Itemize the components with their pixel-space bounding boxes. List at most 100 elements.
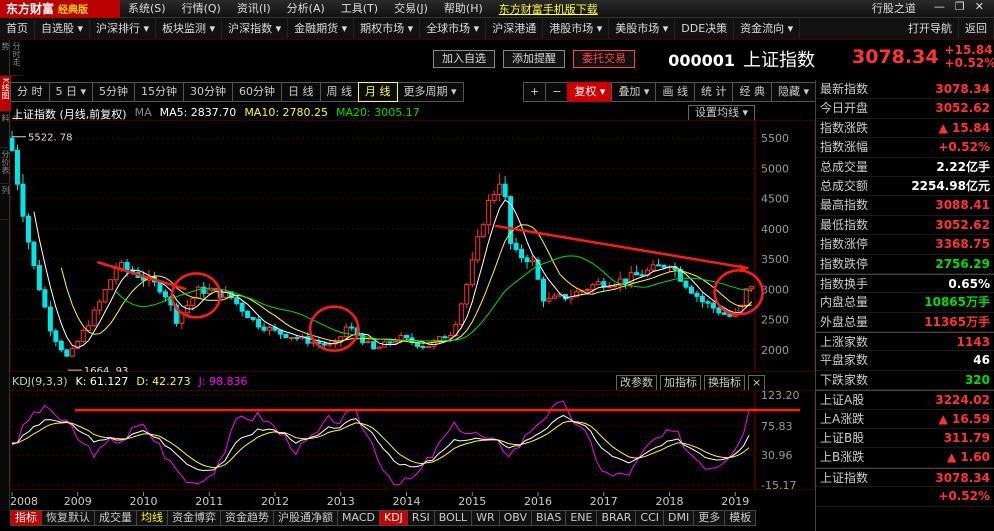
nav-stock-connect[interactable]: 沪深港通 [486, 18, 544, 39]
period-30min[interactable]: 30分钟 [183, 82, 234, 102]
indicator-tab[interactable]: OBV [498, 510, 533, 526]
nav-dde[interactable]: DDE决策 [675, 18, 735, 39]
indicator-tab[interactable]: 资金趋势 [220, 510, 274, 526]
stats-button[interactable]: 统 计 [693, 82, 734, 102]
nav-futures[interactable]: 金融期货 ▾ [288, 18, 355, 39]
indicator-tab[interactable]: 成交量 [94, 510, 137, 526]
year-label: 2010 [130, 495, 158, 508]
open-navigation-button[interactable]: 打开导航 [902, 18, 959, 39]
zoom-out-button[interactable]: − [545, 82, 569, 102]
menu-quotes[interactable]: 行情(Q) [174, 0, 229, 18]
add-indicator-button[interactable]: 加指标 [660, 375, 701, 391]
mobile-download-link[interactable]: 东方财富手机版下载 [491, 1, 606, 17]
indicator-tab[interactable]: WR [471, 510, 500, 526]
indicator-tab[interactable]: 恢复默认 [41, 510, 95, 526]
period-5day[interactable]: 5 日 ▾ [48, 82, 94, 102]
menu-system[interactable]: 系统(S) [120, 0, 174, 18]
change-params-button[interactable]: 改参数 [616, 375, 657, 391]
indicator-tab[interactable]: 资金博弈 [167, 510, 221, 526]
classic-button[interactable]: 经 典 [732, 82, 772, 102]
price-chart[interactable]: 2000 2500 3000 3500 4000 4500 5000 5500 5522. 78… [10, 120, 815, 372]
period-more[interactable]: 更多周期 ▾ [396, 82, 464, 102]
menu-trade[interactable]: 交易(J) [386, 0, 436, 18]
indicator-tab[interactable]: BOLL [433, 510, 473, 526]
minimize-icon[interactable]: — [934, 0, 945, 18]
period-5min[interactable]: 5分钟 [92, 82, 136, 102]
candle-body [387, 341, 393, 344]
kdj-d-value: D: 42.273 [136, 375, 191, 388]
hide-button[interactable]: 隐藏 ▾ [770, 82, 816, 102]
period-weekly[interactable]: 周 线 [319, 82, 360, 102]
kdj-chart[interactable]: -15.17 30.96 75.83 123.20 [10, 390, 815, 490]
quote-value: ▲ 16.59 [938, 411, 990, 426]
zoom-in-button[interactable]: + [522, 82, 547, 102]
period-daily[interactable]: 日 线 [281, 82, 321, 102]
quote-row: 外盘总量 11365万手 [816, 313, 994, 333]
back-button[interactable]: 返回 [959, 18, 994, 39]
add-watchlist-button[interactable]: 加入自选 [433, 50, 495, 68]
restore-icon[interactable]: ❐ [955, 0, 965, 18]
nav-indices[interactable]: 沪深指数 ▾ [222, 18, 289, 39]
kdj-buttons: 改参数 加指标 换指标 × [616, 375, 766, 391]
nav-ranking[interactable]: 沪深排行 ▾ [90, 18, 157, 39]
period-intraday[interactable]: 分 时 [10, 82, 50, 102]
indicator-tab[interactable]: RSI [406, 510, 435, 526]
period-monthly[interactable]: 月 线 [358, 82, 398, 102]
price-tick-label: 2000 [761, 344, 789, 357]
switch-indicator-button[interactable]: 换指标 [704, 375, 745, 391]
menu-tools[interactable]: 工具(T) [333, 0, 386, 18]
indicator-tab[interactable]: MACD [337, 510, 380, 526]
indicator-tab[interactable]: BRAR [596, 510, 637, 526]
nav-sector-monitor[interactable]: 板块监测 ▾ [156, 18, 223, 39]
indicator-tab[interactable]: 更多 [693, 510, 726, 526]
period-60min[interactable]: 60分钟 [232, 82, 283, 102]
price-tick-label: 3500 [761, 253, 789, 266]
menu-right-item[interactable]: 行股之道 [864, 0, 924, 18]
candle-body [688, 286, 694, 294]
ma-settings-button[interactable]: 设置均线 ▾ [688, 105, 756, 121]
add-alert-button[interactable]: 添加提醒 [503, 50, 565, 68]
indicator-tab[interactable]: DMI [663, 510, 695, 526]
candle-body [256, 318, 262, 328]
indicator-tab[interactable]: 指标 [10, 510, 42, 526]
quote-label: 下跌家数 [820, 372, 869, 387]
period-15min[interactable]: 15分钟 [134, 82, 185, 102]
nav-watchlist[interactable]: 自选股 ▾ [35, 18, 91, 39]
year-label: 2014 [393, 495, 421, 508]
candle-body [447, 335, 453, 339]
indicator-tab[interactable]: KDJ [378, 510, 408, 526]
indicator-tab[interactable]: 沪股通净额 [273, 510, 338, 526]
quote-value: ▲ 1.60 [946, 450, 990, 465]
kdj-tick-label: 30.96 [761, 449, 793, 462]
quote-row: 总成交额 2254.98亿元 [816, 177, 994, 197]
candle-body [710, 302, 716, 309]
candle-body [639, 274, 645, 277]
indicator-tab[interactable]: BIAS [531, 510, 567, 526]
close-indicator-icon[interactable]: × [748, 375, 766, 391]
candle-body [524, 257, 530, 263]
indicator-tab[interactable]: ENE [565, 510, 598, 526]
menu-help[interactable]: 帮助(H) [436, 0, 491, 18]
nav-global[interactable]: 全球市场 ▾ [420, 18, 487, 39]
nav-hk-market[interactable]: 港股市场 ▾ [543, 18, 610, 39]
indicator-tab[interactable]: 均线 [136, 510, 168, 526]
kdj-legend: KDJ(9,3,3) K: 61.127 D: 42.273 J: 98.836 [12, 375, 248, 388]
menu-analysis[interactable]: 分析(A) [279, 0, 333, 18]
nav-fund-flow[interactable]: 资金流向 ▾ [734, 18, 801, 39]
adjust-button[interactable]: 复权 ▾ [567, 82, 613, 102]
nav-us-market[interactable]: 美股市场 ▾ [609, 18, 676, 39]
close-icon[interactable]: ✕ [975, 0, 984, 18]
indicator-tab[interactable]: 模板 [724, 510, 757, 526]
menu-news[interactable]: 资讯(I) [229, 0, 279, 18]
candle-body [365, 341, 371, 344]
nav-home[interactable]: 首页 [0, 18, 35, 39]
quote-row: 指数换手 0.65% [816, 273, 994, 294]
candle-body [113, 267, 119, 281]
overlay-button[interactable]: 叠加 ▾ [611, 82, 657, 102]
draw-line-button[interactable]: 画 线 [655, 82, 695, 102]
quote-row: 指数涨幅 +0.52% [816, 138, 994, 158]
indicator-tab[interactable]: CCI [635, 510, 664, 526]
nav-options[interactable]: 期权市场 ▾ [354, 18, 421, 39]
candle-body [595, 281, 601, 286]
trade-button[interactable]: 委托交易 [573, 50, 635, 68]
